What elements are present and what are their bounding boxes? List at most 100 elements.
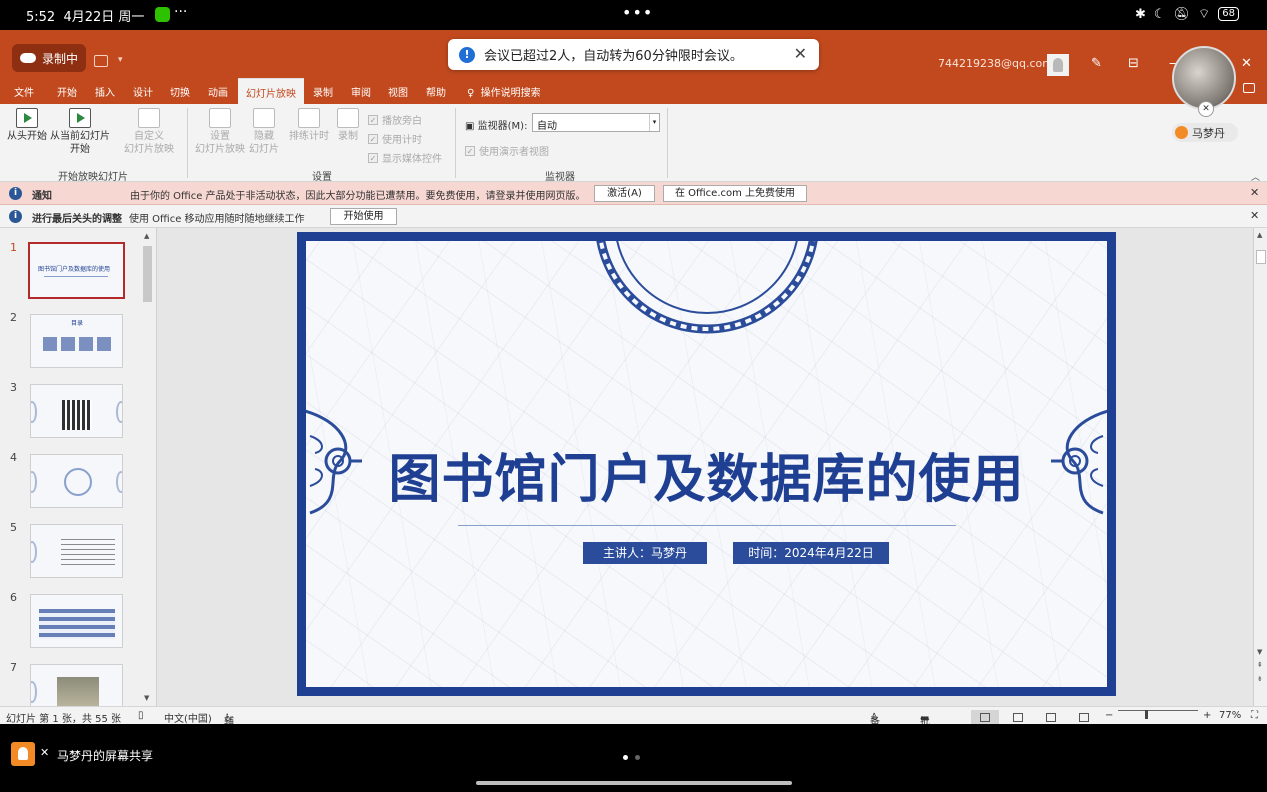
timing-checkbox[interactable]: ✓ 使用计时 — [368, 131, 422, 146]
tab-transitions[interactable]: 切换 — [170, 84, 190, 99]
pen-icon[interactable]: ✎ — [1091, 56, 1102, 71]
scroll-up-icon[interactable]: ▲ — [1257, 231, 1262, 239]
ribbon-display-icon[interactable]: ⊟ — [1128, 56, 1139, 71]
tab-design[interactable]: 设计 — [133, 84, 153, 99]
zoom-level[interactable]: 77% — [1219, 710, 1241, 721]
scroll-thumb[interactable] — [143, 246, 152, 302]
media-controls-checkbox[interactable]: ✓ 显示媒体控件 — [368, 150, 442, 165]
cloud-icon — [20, 53, 36, 63]
tab-home[interactable]: 开始 — [57, 84, 77, 99]
slide-title[interactable]: 图书馆门户及数据库的使用 — [306, 437, 1107, 512]
scroll-down-icon[interactable]: ▼ — [144, 694, 149, 702]
setup-slideshow-button[interactable]: 设置 幻灯片放映 — [194, 108, 246, 156]
presenter-label[interactable]: 主讲人：马梦丹 — [583, 542, 707, 564]
tab-record[interactable]: 录制 — [313, 84, 333, 99]
quick-access-icon[interactable] — [94, 55, 108, 67]
slide-thumbnail-1[interactable]: 图书馆门户及数据库的使用 — [28, 242, 125, 299]
monitor-icon: ▣ — [465, 121, 475, 132]
slideshow-view-button[interactable] — [1070, 710, 1098, 725]
close-icon[interactable]: ✕ — [1250, 209, 1259, 222]
slide-thumbnail-3[interactable] — [30, 384, 123, 438]
meeting-toast: ! 会议已超过2人，自动转为60分钟限时会议。 ✕ — [448, 39, 819, 70]
tab-view[interactable]: 视图 — [388, 84, 408, 99]
home-indicator[interactable] — [476, 781, 792, 785]
tab-help[interactable]: 帮助 — [426, 84, 446, 99]
rehearse-timings-button[interactable]: 排练计时 — [287, 108, 331, 143]
presenter-view-checkbox[interactable]: ✓ 使用演示者视图 — [465, 143, 549, 158]
scroll-down-icon[interactable]: ▼ — [1257, 648, 1262, 656]
slide-thumbnail-4[interactable] — [30, 454, 123, 508]
play-from-current-icon — [69, 108, 91, 128]
spellcheck-icon[interactable]: ▯ — [138, 710, 144, 721]
window-handle-icon[interactable]: ••• — [622, 3, 653, 22]
close-icon[interactable]: ✕ — [1241, 56, 1252, 71]
info-icon: i — [9, 210, 22, 223]
account-avatar[interactable] — [1047, 54, 1069, 76]
wifi-icon: ⌔ — [1198, 7, 1211, 22]
toast-close-icon[interactable]: ✕ — [794, 44, 807, 63]
language-status[interactable]: 中文(中国) — [164, 710, 212, 725]
participant-name-tag: 马梦丹 — [1172, 123, 1238, 142]
slide-number: 5 — [10, 521, 17, 534]
sharer-avatar — [11, 742, 35, 766]
tab-file[interactable]: 文件 — [14, 84, 34, 99]
scroll-up-icon[interactable]: ▲ — [144, 232, 149, 240]
free-use-button[interactable]: 在 Office.com 上免费使用 — [663, 185, 807, 202]
recording-button[interactable]: 录制中 — [12, 44, 86, 72]
zoom-out-icon[interactable]: − — [1105, 710, 1113, 721]
current-slide[interactable]: 图书馆门户及数据库的使用 主讲人：马梦丹 时间：2024年4月22日 — [297, 232, 1116, 696]
editor-workspace: 1 图书馆门户及数据库的使用 2 目录 3 4 5 6 7 ▲ ▼ 图书馆门户及… — [0, 228, 1267, 706]
tab-animations[interactable]: 动画 — [208, 84, 228, 99]
next-slide-icon[interactable]: ⇟ — [1257, 675, 1263, 683]
slide-number: 1 — [10, 241, 17, 254]
more-notifications-icon: ··· — [174, 4, 188, 20]
hide-slide-icon — [253, 108, 275, 128]
hide-slide-button[interactable]: 隐藏 幻灯片 — [247, 108, 281, 156]
slide-thumbnail-5[interactable] — [30, 524, 123, 578]
slide-thumbnail-6[interactable] — [30, 594, 123, 648]
page-indicator[interactable] — [623, 755, 640, 760]
tab-review[interactable]: 审阅 — [351, 84, 371, 99]
slide-divider-line — [458, 525, 956, 526]
inactive-notice-bar: i 通知 由于你的 Office 产品处于非活动状态，因此大部分功能已遭禁用。要… — [0, 182, 1267, 205]
scroll-thumb[interactable] — [1256, 250, 1266, 264]
quick-access-dropdown-icon[interactable]: ▾ — [118, 55, 123, 65]
slide-number: 3 — [10, 381, 17, 394]
record-button[interactable]: 录制 — [334, 108, 362, 143]
thumbnail-scrollbar[interactable]: ▲ ▼ — [142, 232, 153, 702]
account-email[interactable]: 744219238@qq.com — [938, 57, 1053, 70]
activate-button[interactable]: 激活(A) — [594, 185, 655, 202]
custom-show-button[interactable]: 自定义 幻灯片放映 — [118, 108, 180, 156]
slide-scrollbar[interactable]: ▲ ▼ ⇞ ⇟ — [1253, 228, 1267, 706]
slide-thumbnail-2[interactable]: 目录 — [30, 314, 123, 368]
get-started-button[interactable]: 开始使用 — [330, 208, 397, 225]
zoom-slider[interactable] — [1118, 710, 1198, 711]
monitor-select[interactable]: 自动 ▾ — [532, 113, 660, 132]
from-beginning-button[interactable]: 从头开始 — [6, 108, 48, 143]
screen: 5:52 4月22日 周一 ··· ••• ✱ ☾ 🔕︎ ⌔ 68 录制中 ▾ … — [0, 0, 1267, 792]
from-current-button[interactable]: 从当前幻灯片 开始 — [49, 108, 111, 156]
reading-view-button[interactable] — [1037, 710, 1065, 725]
normal-view-button[interactable] — [971, 710, 999, 725]
comments-icon[interactable] — [1243, 83, 1255, 93]
ribbon-tabs: 文件 开始 插入 设计 切换 动画 幻灯片放映 录制 审阅 视图 帮助 ♀ 操作… — [0, 78, 1267, 104]
previous-slide-icon[interactable]: ⇞ — [1257, 661, 1263, 669]
wechat-icon — [155, 7, 170, 22]
fit-to-window-icon[interactable]: ⛶ — [1251, 710, 1258, 721]
zoom-in-icon[interactable]: + — [1203, 710, 1211, 721]
slide-thumbnail-7[interactable] — [30, 664, 123, 706]
tab-slideshow[interactable]: 幻灯片放映 — [238, 78, 304, 104]
app-status-bar: 幻灯片 第 1 张，共 55 张 ▯ 中文(中国) ♿︎ 辅助功能: 不可用 ≙… — [0, 706, 1267, 788]
date-label[interactable]: 时间：2024年4月22日 — [733, 542, 889, 564]
close-icon[interactable]: ✕ — [1250, 186, 1259, 199]
narration-checkbox[interactable]: ✓ 播放旁白 — [368, 112, 422, 127]
slide-sorter-button[interactable] — [1004, 710, 1032, 725]
tell-me-search[interactable]: ♀ 操作说明搜索 — [467, 84, 541, 99]
zoom-slider-thumb[interactable] — [1145, 710, 1148, 719]
system-icons: ✱ ☾ 🔕︎ ⌔ 68 — [1135, 6, 1239, 22]
slide-number: 4 — [10, 451, 17, 464]
play-from-start-icon — [16, 108, 38, 128]
participant-name: 马梦丹 — [1192, 126, 1225, 140]
tab-insert[interactable]: 插入 — [95, 84, 115, 99]
slide-number: 7 — [10, 661, 17, 674]
